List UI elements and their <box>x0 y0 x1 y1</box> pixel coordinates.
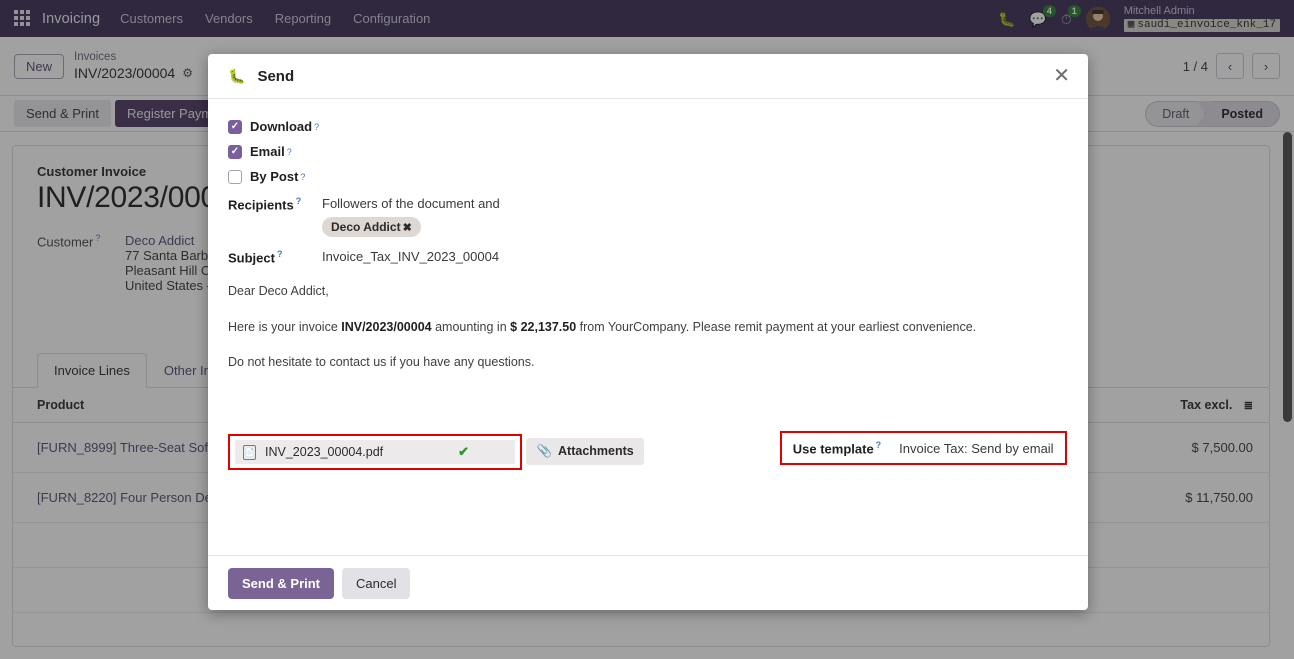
attachment-highlight: 📄 INV_2023_00004.pdf ✔ <box>228 434 522 471</box>
use-template-label: Use template? <box>792 439 882 457</box>
close-icon[interactable]: ✕ <box>1053 66 1070 86</box>
email-main-line: Here is your invoice INV/2023/00004 amou… <box>228 319 1068 337</box>
remove-tag-icon[interactable]: ✖ <box>403 221 412 234</box>
email-greeting: Dear Deco Addict, <box>228 284 329 299</box>
help-icon[interactable]: ? <box>876 440 882 450</box>
email-amount: $ 22,137.50 <box>510 319 577 334</box>
attachments-button-label: Attachments <box>558 444 634 459</box>
by-post-checkbox[interactable] <box>228 169 242 184</box>
help-icon[interactable]: ? <box>314 122 319 132</box>
subject-label: Subject? <box>228 249 283 266</box>
attachment-chip[interactable]: 📄 INV_2023_00004.pdf ✔ <box>235 440 515 465</box>
recipients-row: Recipients? Followers of the document an… <box>228 196 1068 237</box>
by-post-label: By Post <box>250 169 299 184</box>
recipient-tag-label: Deco Addict <box>331 220 401 234</box>
recipients-text: Followers of the document and <box>322 196 500 211</box>
recipient-tag[interactable]: Deco Addict ✖ <box>322 217 421 237</box>
checkbox-row-download[interactable]: Download ? <box>228 119 1068 134</box>
cancel-button[interactable]: Cancel <box>342 567 411 599</box>
dialog-footer: Send & Print Cancel <box>208 555 1088 610</box>
dialog-title: Send <box>257 67 295 85</box>
attachment-area: 📄 INV_2023_00004.pdf ✔ 📎 Attachments Use… <box>228 430 1068 471</box>
help-icon[interactable]: ? <box>296 196 302 206</box>
pdf-file-icon: 📄 <box>243 444 256 460</box>
email-checkbox[interactable] <box>228 144 242 159</box>
template-row: Use template? Invoice Tax: Send by email <box>787 437 1060 459</box>
email-line-mid: amounting in <box>431 319 511 334</box>
paperclip-icon: 📎 <box>536 443 553 458</box>
help-icon[interactable]: ? <box>277 249 283 259</box>
help-icon[interactable]: ? <box>300 172 305 182</box>
send-dialog: 🐛 Send ✕ Download ? Email ? By Post ? <box>208 54 1088 610</box>
dialog-header: 🐛 Send ✕ <box>208 54 1088 99</box>
checkbox-row-email[interactable]: Email ? <box>228 144 1068 159</box>
email-invoice-ref: INV/2023/00004 <box>341 319 432 334</box>
attachment-check-icon: ✔ <box>458 444 469 460</box>
send-and-print-button[interactable]: Send & Print <box>228 567 335 599</box>
attachment-filename: INV_2023_00004.pdf <box>265 445 384 460</box>
download-checkbox[interactable] <box>228 119 242 134</box>
email-label: Email <box>250 144 285 159</box>
attachment-column: 📄 INV_2023_00004.pdf ✔ 📎 Attachments <box>228 430 644 471</box>
subject-input[interactable]: Invoice_Tax_INV_2023_00004 <box>314 249 499 265</box>
email-closing: Do not hesitate to contact us if you hav… <box>228 355 535 370</box>
subject-row: Subject? Invoice_Tax_INV_2023_00004 <box>228 249 1068 265</box>
template-highlight: Use template? Invoice Tax: Send by email <box>779 430 1067 466</box>
app-root: Invoicing Customers Vendors Reporting Co… <box>0 0 1294 659</box>
help-icon[interactable]: ? <box>287 147 292 157</box>
use-template-value[interactable]: Invoice Tax: Send by email <box>899 441 1053 456</box>
recipients-value: Followers of the document and Deco Addic… <box>314 196 500 237</box>
attachments-button[interactable]: 📎 Attachments <box>526 437 644 465</box>
download-label: Download <box>250 119 313 134</box>
checkbox-row-by-post[interactable]: By Post ? <box>228 169 1068 184</box>
email-line-post: from YourCompany. Please remit payment a… <box>576 319 977 334</box>
bug-icon[interactable]: 🐛 <box>228 68 245 85</box>
email-line-pre: Here is your invoice <box>228 319 342 334</box>
dialog-body: Download ? Email ? By Post ? Recipients?… <box>208 99 1088 555</box>
recipients-label: Recipients? <box>228 196 302 213</box>
